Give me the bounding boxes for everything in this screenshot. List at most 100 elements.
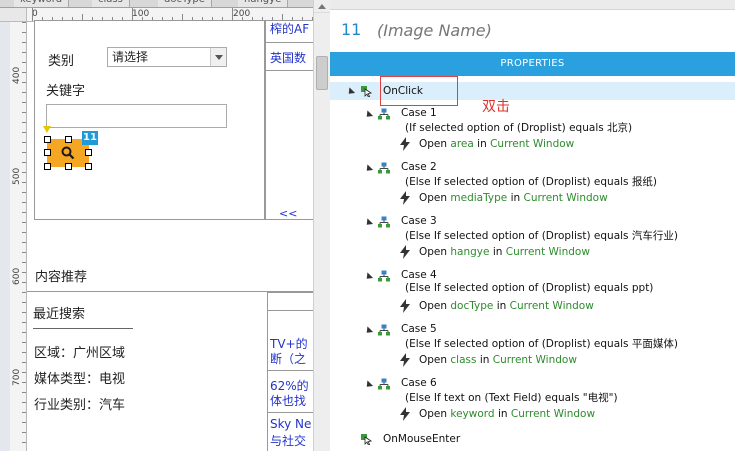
- collapse-link[interactable]: <<: [279, 207, 297, 220]
- double-click-annotation: 双击: [482, 99, 510, 115]
- action-in: in: [477, 138, 487, 150]
- ruler-tick: [22, 202, 26, 203]
- action-target[interactable]: class: [450, 354, 476, 366]
- event-icon: [360, 433, 373, 448]
- action-text: Open hangye in Current Window: [419, 246, 590, 258]
- action-target[interactable]: hangye: [450, 246, 489, 258]
- divider: [265, 70, 313, 71]
- ruler-tick: [22, 282, 26, 283]
- vertical-ruler: 400 500 600 700: [0, 22, 27, 451]
- divider: [267, 412, 313, 413]
- resize-handle[interactable]: [44, 136, 51, 143]
- action-target[interactable]: area: [450, 138, 473, 150]
- chevron-down-icon[interactable]: [210, 48, 226, 66]
- expand-triangle-icon[interactable]: [363, 326, 374, 336]
- resize-handle[interactable]: [65, 136, 72, 143]
- action-text: Open class in Current Window: [419, 354, 577, 366]
- ruler-tick: [22, 22, 26, 23]
- keyword-label: 关键字: [46, 84, 86, 99]
- expand-triangle-icon[interactable]: [363, 218, 374, 228]
- resize-handle[interactable]: [85, 149, 92, 156]
- keyword-text-field[interactable]: [46, 104, 227, 128]
- event-onmouseenter-row[interactable]: OnMouseEnter: [330, 431, 735, 447]
- ruler-tick: [22, 42, 26, 43]
- ruler-label: 600: [12, 267, 22, 285]
- tab-keyword[interactable]: keyword: [14, 0, 70, 7]
- news-link[interactable]: Sky Ne: [270, 417, 313, 431]
- action-target[interactable]: keyword: [450, 408, 494, 420]
- action-text: Open docType in Current Window: [419, 300, 594, 312]
- ruler-tick: [22, 272, 26, 273]
- case-name: Case 5: [401, 323, 437, 335]
- tab-class[interactable]: class: [92, 0, 130, 7]
- news-link[interactable]: 体也找: [270, 392, 313, 409]
- action-row[interactable]: Open docType in Current Window: [330, 299, 735, 315]
- news-link[interactable]: 英国数: [270, 49, 313, 66]
- recent-industry[interactable]: 行业类别：汽车: [34, 394, 125, 413]
- action-in: in: [492, 246, 503, 258]
- ruler-label: 100: [132, 9, 150, 19]
- resize-handle[interactable]: [44, 163, 51, 170]
- ruler-tick: [22, 292, 26, 293]
- ruler-corner: [0, 8, 27, 22]
- action-in: in: [496, 300, 507, 312]
- action-window[interactable]: Current Window: [511, 408, 595, 420]
- news-link[interactable]: 榨的AF: [270, 20, 313, 37]
- scrollbar-thumb[interactable]: [316, 56, 328, 90]
- action-window[interactable]: Current Window: [493, 354, 577, 366]
- properties-tab[interactable]: PROPERTIES: [330, 52, 735, 76]
- condition-text: (Else If selected option of (Droplist) e…: [405, 282, 654, 294]
- expand-triangle-icon[interactable]: [363, 110, 374, 120]
- expand-triangle-icon[interactable]: [363, 380, 374, 390]
- vertical-scrollbar[interactable]: [313, 0, 330, 451]
- ruler-tick: [22, 152, 26, 153]
- action-row[interactable]: Open mediaType in Current Window: [330, 191, 735, 207]
- expand-triangle-icon[interactable]: [345, 87, 356, 97]
- action-row[interactable]: Open hangye in Current Window: [330, 245, 735, 261]
- ruler-tick: [22, 142, 26, 143]
- case-name: Case 1: [401, 107, 437, 119]
- ruler-tick: [22, 232, 26, 233]
- condition-text: (Else If selected option of (Droplist) e…: [405, 176, 657, 188]
- resize-handle[interactable]: [44, 149, 51, 156]
- lightning-bolt-icon: [400, 191, 410, 208]
- action-window[interactable]: Current Window: [506, 246, 590, 258]
- recent-media-type[interactable]: 媒体类型：电视: [34, 368, 125, 387]
- action-window[interactable]: Current Window: [510, 300, 594, 312]
- ruler-tick: [22, 132, 26, 133]
- tab-doctype[interactable]: docType: [158, 0, 212, 7]
- resize-handle[interactable]: [65, 163, 72, 170]
- action-target[interactable]: mediaType: [450, 192, 507, 204]
- category-label: 类别: [48, 54, 75, 69]
- news-link[interactable]: 断（之: [270, 350, 313, 367]
- widget-name-field[interactable]: (Image Name): [377, 21, 492, 40]
- ruler-tick: [22, 442, 26, 443]
- case-icon: [378, 162, 390, 177]
- news-link[interactable]: 与社交: [270, 432, 313, 449]
- ruler-tick: [22, 52, 26, 53]
- action-target[interactable]: docType: [450, 300, 493, 312]
- arrow-up-icon: [318, 4, 326, 9]
- ruler-tick: [22, 252, 26, 253]
- action-verb: Open: [419, 138, 448, 150]
- case-name: Case 2: [401, 161, 437, 173]
- action-row[interactable]: Open keyword in Current Window: [330, 407, 735, 423]
- action-row[interactable]: Open area in Current Window: [330, 137, 735, 153]
- expand-triangle-icon[interactable]: [363, 164, 374, 174]
- action-window[interactable]: Current Window: [490, 138, 574, 150]
- resize-handle[interactable]: [85, 163, 92, 170]
- action-row[interactable]: Open class in Current Window: [330, 353, 735, 369]
- condition-text: (Else If selected option of (Droplist) e…: [405, 338, 678, 350]
- action-window[interactable]: Current Window: [523, 192, 607, 204]
- page-canvas: 类别 请选择 关键字 11 榨的AF 英国数 << 内容推荐 最近搜索 区域：广…: [27, 20, 313, 451]
- ruler-tick: [22, 182, 26, 183]
- selection-badge: 11: [82, 131, 98, 145]
- panel-top-strip: [330, 0, 735, 10]
- action-verb: Open: [419, 408, 448, 420]
- recent-divider: [33, 328, 133, 329]
- ruler-tick: [22, 192, 26, 193]
- expand-triangle-icon[interactable]: [363, 272, 374, 282]
- category-droplist[interactable]: 请选择: [107, 47, 227, 67]
- recent-region[interactable]: 区域：广州区域: [34, 342, 125, 361]
- tab-hangye[interactable]: hangye: [238, 0, 289, 7]
